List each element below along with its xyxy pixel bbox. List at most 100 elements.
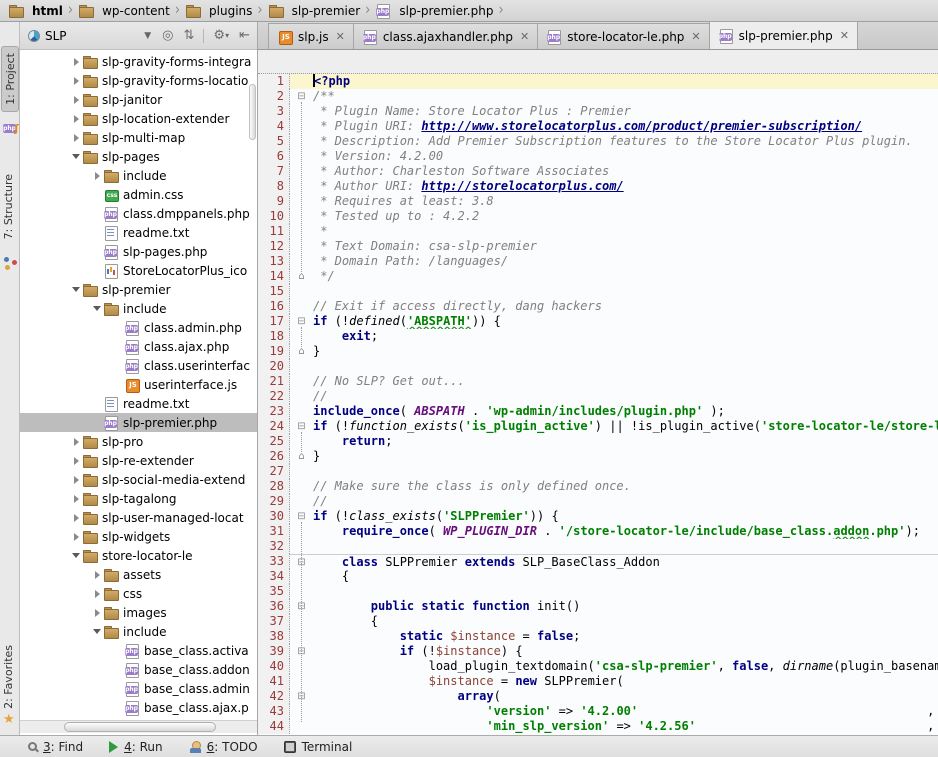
collapsed-arrow-icon[interactable]: [70, 457, 82, 465]
todo-icon: [189, 741, 201, 753]
collapsed-arrow-icon[interactable]: [70, 115, 82, 123]
tree-item-label: slp-premier: [102, 283, 171, 297]
tree-row[interactable]: class.dmppanels.php: [20, 204, 257, 223]
tree-row[interactable]: class.userinterfac: [20, 356, 257, 375]
collapsed-arrow-icon[interactable]: [70, 96, 82, 104]
collapse-all-icon[interactable]: ⇅: [181, 26, 198, 46]
tree-row[interactable]: admin.css: [20, 185, 257, 204]
tree-row[interactable]: slp-re-extender: [20, 451, 257, 470]
collapsed-arrow-icon[interactable]: [70, 476, 82, 484]
collapsed-arrow-icon[interactable]: [91, 590, 103, 598]
statusbar-item-terminal[interactable]: Terminal: [284, 740, 353, 754]
tree-row[interactable]: slp-gravity-forms-locatio: [20, 71, 257, 90]
expanded-arrow-icon[interactable]: [70, 553, 82, 558]
stripe-button-project[interactable]: 1: Project: [1, 46, 19, 112]
breadcrumb-label: slp-premier: [292, 4, 361, 18]
tree-row[interactable]: slp-location-extender: [20, 109, 257, 128]
stripe-label-structure[interactable]: 7: Structure: [2, 174, 15, 239]
scope-pie-icon: [28, 30, 40, 42]
collapsed-arrow-icon[interactable]: [70, 77, 82, 85]
gear-icon[interactable]: ⚙▾: [210, 26, 232, 46]
tree-row[interactable]: base_class.ajax.p: [20, 698, 257, 717]
tree-row[interactable]: slp-gravity-forms-integra: [20, 52, 257, 71]
tool-window-stripe: 1: Project phpʃ 7: Structure 2: Favorite…: [0, 22, 20, 735]
tree-row[interactable]: include: [20, 166, 257, 185]
code-line: 18 exit;: [258, 329, 938, 344]
collapsed-arrow-icon[interactable]: [91, 571, 103, 579]
tree-row[interactable]: readme.txt: [20, 223, 257, 242]
close-icon[interactable]: ✕: [691, 30, 700, 43]
tree-row[interactable]: base_class.admin: [20, 679, 257, 698]
tree-row[interactable]: slp-janitor: [20, 90, 257, 109]
tree-row[interactable]: slp-pages.php: [20, 242, 257, 261]
breadcrumb-item[interactable]: html: [6, 4, 65, 18]
editor-tab[interactable]: class.ajaxhandler.php✕: [353, 23, 538, 49]
tree-row[interactable]: images: [20, 603, 257, 622]
tree-horizontal-scrollbar[interactable]: [20, 720, 257, 733]
structure-icon[interactable]: [3, 256, 17, 270]
collapsed-arrow-icon[interactable]: [70, 58, 82, 66]
line-number: 31: [258, 524, 290, 539]
expanded-arrow-icon[interactable]: [91, 306, 103, 311]
breadcrumb-item[interactable]: slp-premier.php: [373, 4, 495, 18]
tree-row[interactable]: slp-premier.php: [20, 413, 257, 432]
close-icon[interactable]: ✕: [336, 30, 345, 43]
tree-row[interactable]: slp-tagalong: [20, 489, 257, 508]
close-icon[interactable]: ✕: [520, 30, 529, 43]
breadcrumb-item[interactable]: slp-premier: [266, 4, 363, 18]
tree-row[interactable]: slp-user-managed-locat: [20, 508, 257, 527]
tree-row[interactable]: slp-premier: [20, 280, 257, 299]
tree-row[interactable]: store-locator-le: [20, 546, 257, 565]
tree-row[interactable]: readme.txt: [20, 394, 257, 413]
tree-row[interactable]: slp-pages: [20, 147, 257, 166]
tree-row[interactable]: slp-pro: [20, 432, 257, 451]
tree-vertical-scrollbar[interactable]: [249, 84, 256, 140]
tree-row[interactable]: slp-social-media-extend: [20, 470, 257, 489]
breadcrumb-item[interactable]: plugins: [183, 4, 254, 18]
breadcrumb-item[interactable]: wp-content: [76, 4, 172, 18]
collapsed-arrow-icon[interactable]: [91, 172, 103, 180]
editor-tab[interactable]: slp.js✕: [268, 23, 354, 49]
statusbar-item-run[interactable]: 4: Run: [109, 740, 163, 754]
stripe-label-favorites[interactable]: 2: Favorites: [2, 645, 15, 709]
collapsed-arrow-icon[interactable]: [91, 609, 103, 617]
tree-row[interactable]: class.admin.php: [20, 318, 257, 337]
chevron-right-icon: ›: [495, 2, 506, 20]
tree-row[interactable]: base_class.activa: [20, 641, 257, 660]
tree-row[interactable]: StoreLocatorPlus_ico: [20, 261, 257, 280]
code-editor[interactable]: 1<?php2⊟/**3 * Plugin Name: Store Locato…: [258, 74, 938, 735]
scope-selector[interactable]: SLP ▼: [24, 27, 155, 45]
php-structure-icon[interactable]: phpʃ: [3, 122, 17, 135]
line-number: 22: [258, 389, 290, 404]
line-number: 36: [258, 599, 290, 614]
collapsed-arrow-icon[interactable]: [70, 533, 82, 541]
collapsed-arrow-icon[interactable]: [70, 495, 82, 503]
folder-icon: [8, 4, 24, 18]
collapsed-arrow-icon[interactable]: [70, 438, 82, 446]
collapsed-arrow-icon[interactable]: [70, 134, 82, 142]
tree-row[interactable]: class.ajax.php: [20, 337, 257, 356]
locate-icon[interactable]: ◎: [159, 26, 176, 46]
file-icon-php: [124, 359, 140, 373]
expanded-arrow-icon[interactable]: [70, 287, 82, 292]
tree-row[interactable]: slp-multi-map: [20, 128, 257, 147]
expanded-arrow-icon[interactable]: [91, 629, 103, 634]
editor-tab[interactable]: slp-premier.php✕: [709, 21, 858, 49]
statusbar-item-find[interactable]: 3: Find: [28, 740, 83, 754]
tree-row[interactable]: css: [20, 584, 257, 603]
tree-row[interactable]: slp-widgets: [20, 527, 257, 546]
expanded-arrow-icon[interactable]: [70, 154, 82, 159]
tree-row[interactable]: userinterface.js: [20, 375, 257, 394]
tree-row[interactable]: include: [20, 299, 257, 318]
favorites-star-icon[interactable]: ★: [3, 712, 15, 727]
tree-row[interactable]: include: [20, 622, 257, 641]
code-line: 37 {: [258, 614, 938, 629]
statusbar-label: 4: Run: [124, 740, 163, 754]
collapsed-arrow-icon[interactable]: [70, 514, 82, 522]
statusbar-item-todo[interactable]: 6: TODO: [189, 740, 258, 754]
close-icon[interactable]: ✕: [840, 29, 849, 42]
tree-row[interactable]: base_class.addon: [20, 660, 257, 679]
hide-panel-icon[interactable]: ⇤: [236, 26, 253, 46]
tree-row[interactable]: assets: [20, 565, 257, 584]
editor-tab[interactable]: store-locator-le.php✕: [537, 23, 709, 49]
